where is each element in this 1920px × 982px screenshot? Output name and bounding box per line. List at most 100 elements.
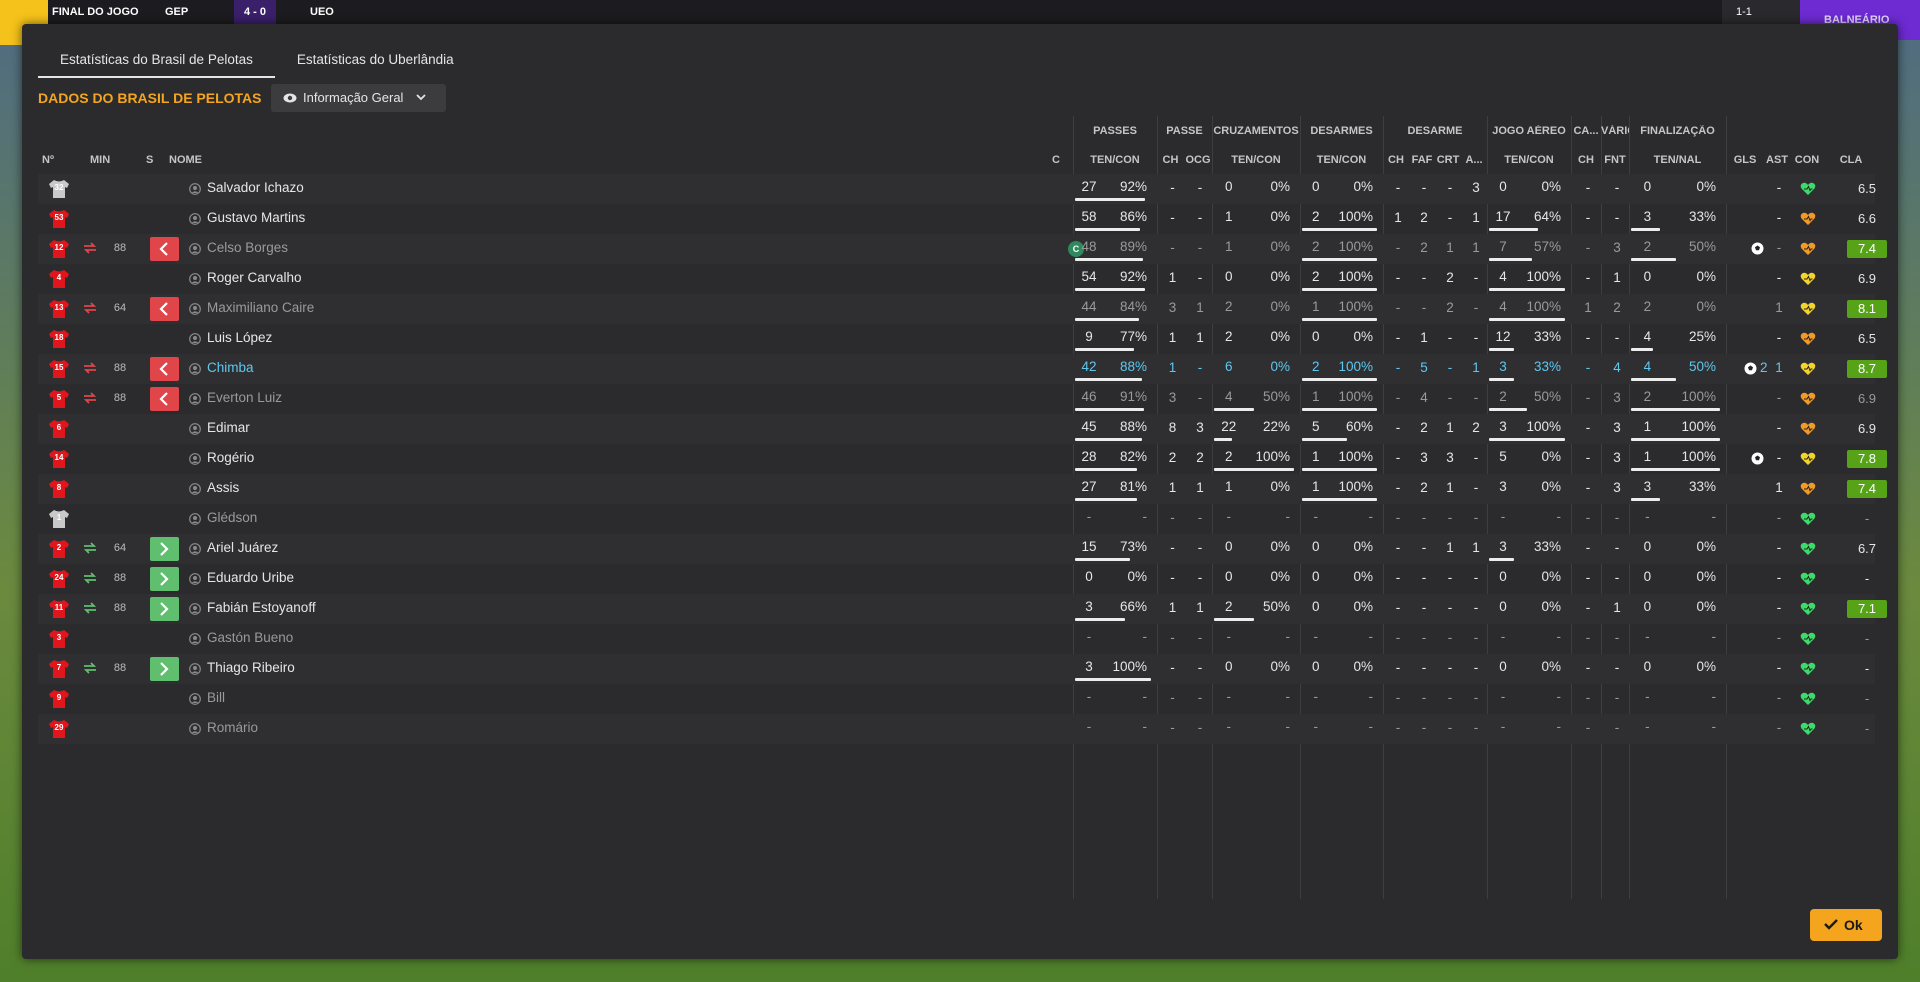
group-header-desarmes[interactable]: DESARMES: [1300, 125, 1383, 137]
player-name[interactable]: Fabián Estoyanoff: [207, 594, 316, 624]
group-header-desarme[interactable]: DESARME: [1383, 125, 1487, 137]
column-header-crt[interactable]: CRT: [1435, 154, 1461, 166]
table-row[interactable]: 11 88 Fabián Estoyanoff 3 66% 1 1 2 50% 0 0% - - - -0 0…: [38, 594, 1887, 624]
table-row[interactable]: 2 64 Ariel Juárez 15 73% - -0 0% 0 0% - -1 1 3 33% - -0 0…: [38, 534, 1876, 564]
player-name[interactable]: Gustavo Martins: [207, 204, 305, 234]
sub-minute: 64: [113, 542, 127, 554]
sub-in-button[interactable]: [150, 537, 179, 561]
group-header-cruzamentos[interactable]: CRUZAMENTOS: [1212, 125, 1300, 137]
shots-attempts: 0: [1643, 659, 1652, 674]
passe-ocg: -: [1197, 510, 1203, 525]
shirt-icon: 12: [48, 239, 70, 259]
player-name[interactable]: Gastón Bueno: [207, 624, 293, 654]
column-header-c[interactable]: C: [1052, 154, 1068, 166]
group-header-passes[interactable]: PASSES: [1073, 125, 1157, 137]
table-row[interactable]: 32 Salvador Ichazo 27 92% - -0 0% 0 0% - - -3 0 0% - -0…: [38, 174, 1876, 204]
tackles-percent: 60%: [1345, 419, 1373, 434]
table-row[interactable]: 1 Glédson - - - - - - - - - - - - - - - - - - - -: [38, 504, 1875, 534]
crosses-percent: 0%: [1270, 659, 1290, 674]
column-header-fnt[interactable]: FNT: [1601, 154, 1629, 166]
tab-home-stats[interactable]: Estatísticas do Brasil de Pelotas: [38, 42, 275, 78]
table-row[interactable]: 18 Luis López 9 77% 1 1 2 0% 0 0% -1- -12 33% - -4 25% -…: [38, 324, 1876, 354]
player-name[interactable]: Celso Borges: [207, 234, 288, 264]
tab-away-stats[interactable]: Estatísticas do Uberlândia: [275, 42, 476, 78]
column-header-no[interactable]: Nº: [42, 154, 72, 166]
column-header-gls[interactable]: GLS: [1726, 154, 1764, 166]
player-name[interactable]: Romário: [207, 714, 258, 744]
table-row[interactable]: 6 Edimar 45 88% 8 3 22 22% 5 60% -2 1 2 3 100% -3 1 100% -…: [38, 414, 1876, 444]
sub-in-button[interactable]: [150, 567, 179, 591]
column-header-ten-con[interactable]: TEN/CON: [1212, 154, 1300, 166]
expand-icon[interactable]: [1770, 0, 1800, 24]
sub-out-button[interactable]: [150, 357, 179, 381]
column-header-nome[interactable]: NOME: [169, 154, 229, 166]
player-name[interactable]: Glédson: [207, 504, 257, 534]
group-header-ca[interactable]: CA...: [1571, 125, 1601, 137]
tackles-bar: [1302, 258, 1377, 261]
column-header-ten-con[interactable]: TEN/CON: [1073, 154, 1157, 166]
table-row[interactable]: 8 Assis 27 81% 1 1 1 0% 1 100% -2 1-3 0% -3 3 33% 1 7.4: [38, 474, 1887, 504]
column-header-s[interactable]: S: [146, 154, 162, 166]
table-row[interactable]: 12 88 Celso Borges C 48 89% - -1 0% 2 100% -2 1 1 7 57%…: [38, 234, 1887, 264]
column-header-faf[interactable]: FAF: [1409, 154, 1435, 166]
column-header-ch[interactable]: CH: [1157, 154, 1184, 166]
column-header-ten-con[interactable]: TEN/CON: [1300, 154, 1383, 166]
group-header-finalizacao[interactable]: FINALIZAÇÃO: [1629, 125, 1726, 137]
desarme-a: -: [1473, 450, 1479, 465]
player-name[interactable]: Luis López: [207, 324, 272, 354]
table-row[interactable]: 5 88 Everton Luiz 46 91% 3-4 50% 1 100% -4- -2 50% -…: [38, 384, 1876, 414]
player-name[interactable]: Ariel Juárez: [207, 534, 278, 564]
player-name[interactable]: Roger Carvalho: [207, 264, 302, 294]
player-name[interactable]: Bill: [207, 684, 225, 714]
player-name[interactable]: Eduardo Uribe: [207, 564, 294, 594]
sub-out-button[interactable]: [150, 297, 179, 321]
table-row[interactable]: 9 Bill - - - - - - - - - - - - - - - - - - - -: [38, 684, 1875, 714]
player-name[interactable]: Assis: [207, 474, 239, 504]
group-header-passe[interactable]: PASSE: [1157, 125, 1212, 137]
table-row[interactable]: 15 88 Chimba 42 88% 1-6 0% 2 100% -5-1 3 33% -4 4 50% 2…: [38, 354, 1887, 384]
sub-in-button[interactable]: [150, 657, 179, 681]
group-header-jogo_aereo[interactable]: JOGO AÉREO: [1487, 125, 1571, 137]
desarme-faf: -: [1421, 540, 1427, 555]
table-row[interactable]: 3 Gastón Bueno - - - - - - - - - - - - - - - - - - - -: [38, 624, 1875, 654]
table-row[interactable]: 14 Rogério 28 82% 2 2 2 100% 1 100% -3 3-5 0% -3 1 100%…: [38, 444, 1887, 474]
shots-percent: 0%: [1696, 179, 1716, 194]
column-header-cla[interactable]: CLA: [1830, 154, 1872, 166]
ok-button[interactable]: Ok: [1810, 909, 1882, 941]
column-header-ast[interactable]: AST: [1764, 154, 1790, 166]
column-header-a[interactable]: A...: [1461, 154, 1487, 166]
group-header-varios[interactable]: VÁRIOS: [1601, 125, 1629, 137]
column-header-ten-con[interactable]: TEN/CON: [1487, 154, 1571, 166]
tackles-percent: 100%: [1338, 479, 1373, 494]
shots-percent: 33%: [1688, 479, 1716, 494]
player-name[interactable]: Everton Luiz: [207, 384, 282, 414]
table-row[interactable]: 13 64 Maximiliano Caire 44 84% 3 1 2 0% 1 100% - -2-…: [38, 294, 1887, 324]
table-row[interactable]: 7 88 Thiago Ribeiro 3 100% - -0 0% 0 0% - - - -0 0% - -0…: [38, 654, 1875, 684]
column-header-ocg[interactable]: OCG: [1184, 154, 1212, 166]
player-name[interactable]: Salvador Ichazo: [207, 174, 304, 204]
player-name[interactable]: Rogério: [207, 444, 254, 474]
passe-ch: -: [1170, 180, 1175, 195]
player-name[interactable]: Thiago Ribeiro: [207, 654, 295, 684]
player-name[interactable]: Maximiliano Caire: [207, 294, 314, 324]
desarme-a: 2: [1472, 420, 1480, 435]
table-row[interactable]: 29 Romário - - - - - - - - - - - - - - - - - - - -: [38, 714, 1875, 744]
sub-out-button[interactable]: [150, 237, 179, 261]
player-rating: 7.8: [1847, 450, 1887, 468]
table-row[interactable]: 4 Roger Carvalho 54 92% 1-0 0% 2 100% - -2-4 100% -…: [38, 264, 1876, 294]
column-header-ten-nal[interactable]: TEN/NAL: [1629, 154, 1726, 166]
desarme-ch: -: [1395, 300, 1401, 315]
desarme-crt: 3: [1446, 450, 1454, 465]
column-header-min[interactable]: MIN: [90, 154, 122, 166]
column-header-con[interactable]: CON: [1790, 154, 1824, 166]
table-row[interactable]: 53 Gustavo Martins 58 86% - -1 0% 2 100% 1 2-1 17 64…: [38, 204, 1876, 234]
column-header-ch[interactable]: CH: [1571, 154, 1601, 166]
player-name[interactable]: Edimar: [207, 414, 250, 444]
view-dropdown[interactable]: Informação Geral: [271, 84, 446, 112]
table-row[interactable]: 24 88 Eduardo Uribe 0 0% - -0 0% 0 0% - - - -0 0% - -0 0%…: [38, 564, 1875, 594]
sub-in-button[interactable]: [150, 597, 179, 621]
passe-ocg: -: [1197, 540, 1203, 555]
sub-out-button[interactable]: [150, 387, 179, 411]
player-name[interactable]: Chimba: [207, 354, 254, 384]
column-header-ch[interactable]: CH: [1383, 154, 1409, 166]
